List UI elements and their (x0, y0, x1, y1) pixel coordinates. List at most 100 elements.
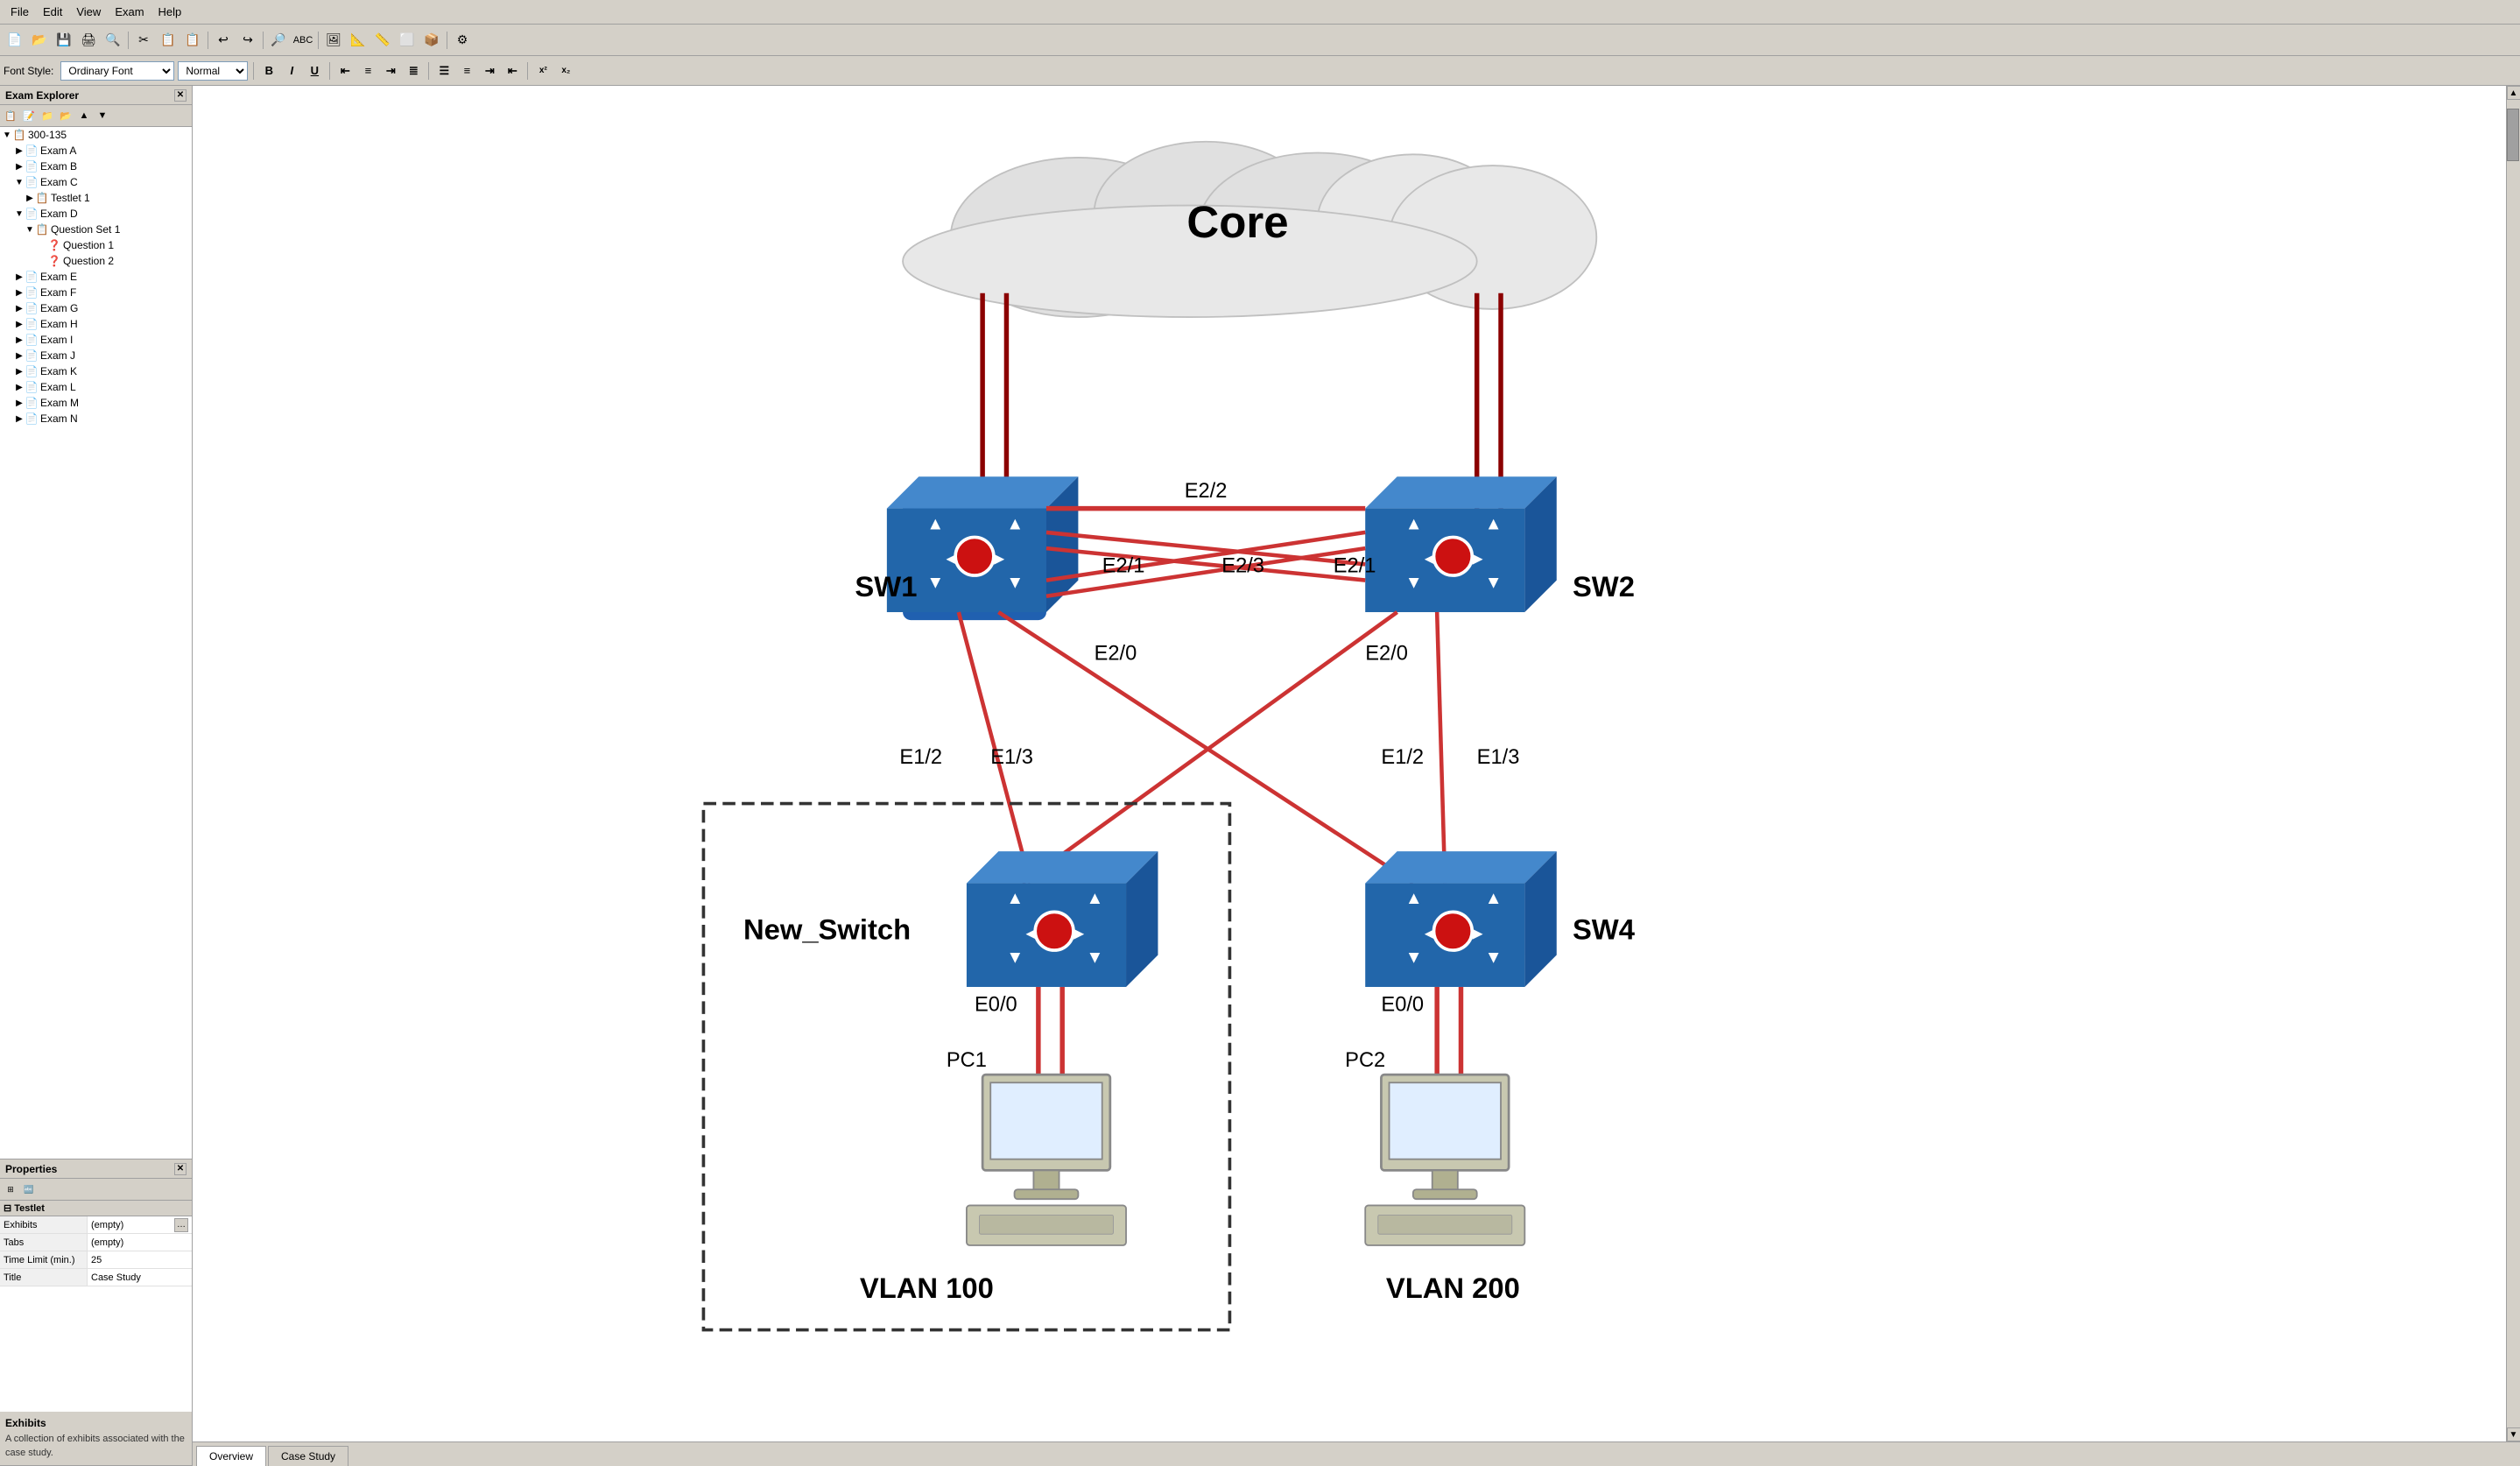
tree-exam-c[interactable]: ▼ 📄 Exam C (0, 174, 192, 190)
align-center-btn[interactable]: ≡ (358, 61, 377, 81)
tab-overview[interactable]: Overview (196, 1446, 266, 1466)
exp-btn-1[interactable]: 📋 (2, 107, 19, 124)
tree-exam-i[interactable]: ▶ 📄 Exam I (0, 332, 192, 348)
tree-testlet-1[interactable]: ▶ 📋 Testlet 1 (0, 190, 192, 206)
exp-btn-4[interactable]: 📂 (57, 107, 74, 124)
tree-exam-a[interactable]: ▶ 📄 Exam A (0, 143, 192, 159)
cut-btn[interactable]: ✂ (132, 30, 155, 51)
menu-exam[interactable]: Exam (108, 4, 151, 20)
exp-btn-up[interactable]: ▲ (75, 107, 93, 124)
tree-exam-b[interactable]: ▶ 📄 Exam B (0, 159, 192, 174)
tree-exam-h[interactable]: ▶ 📄 Exam H (0, 316, 192, 332)
exam-e-toggle[interactable]: ▶ (14, 271, 25, 282)
tree-root[interactable]: ▼ 📋 300-135 (0, 127, 192, 143)
line-btn[interactable]: 📏 (371, 30, 394, 51)
menu-file[interactable]: File (4, 4, 36, 20)
indent-btn[interactable]: ⇥ (480, 61, 499, 81)
root-toggle[interactable]: ▼ (2, 130, 12, 140)
exp-btn-2[interactable]: 📝 (20, 107, 38, 124)
subscript-btn[interactable]: x₂ (556, 61, 575, 81)
qs1-label: Question Set 1 (51, 223, 120, 236)
outdent-btn[interactable]: ⇤ (503, 61, 522, 81)
open-btn[interactable]: 📂 (28, 30, 51, 51)
menu-edit[interactable]: Edit (36, 4, 69, 20)
tree-qs1[interactable]: ▼ 📋 Question Set 1 (0, 222, 192, 237)
exam-f-toggle[interactable]: ▶ (14, 287, 25, 298)
tree-exam-j[interactable]: ▶ 📄 Exam J (0, 348, 192, 363)
exam-c-toggle[interactable]: ▼ (14, 177, 25, 187)
box-btn[interactable]: ⬜ (396, 30, 419, 51)
italic-btn[interactable]: I (282, 61, 301, 81)
exam-k-toggle[interactable]: ▶ (14, 366, 25, 377)
exam-m-toggle[interactable]: ▶ (14, 398, 25, 408)
exp-btn-down[interactable]: ▼ (94, 107, 111, 124)
obj-btn[interactable]: 📦 (420, 30, 443, 51)
exam-a-icon: 📄 (25, 144, 39, 157)
tree-exam-n[interactable]: ▶ 📄 Exam N (0, 411, 192, 426)
exam-n-toggle[interactable]: ▶ (14, 413, 25, 424)
exp-btn-3[interactable]: 📁 (39, 107, 56, 124)
paste-btn[interactable]: 📋 (181, 30, 204, 51)
tree-container[interactable]: ▼ 📋 300-135 ▶ 📄 Exam A ▶ 📄 Exam B (0, 127, 192, 1159)
new-btn[interactable]: 📄 (4, 30, 26, 51)
scroll-down-btn[interactable]: ▼ (2507, 1427, 2520, 1441)
exam-l-toggle[interactable]: ▶ (14, 382, 25, 392)
tree-exam-d[interactable]: ▼ 📄 Exam D (0, 206, 192, 222)
scroll-track[interactable] (2507, 100, 2520, 1427)
exam-h-toggle[interactable]: ▶ (14, 319, 25, 329)
bullet-btn[interactable]: ≡ (457, 61, 476, 81)
qs1-toggle[interactable]: ▼ (25, 224, 35, 235)
testlet-1-toggle[interactable]: ▶ (25, 193, 35, 203)
sw4-label: SW4 (1573, 913, 1636, 945)
prop-exhibits-btn[interactable]: … (174, 1218, 188, 1232)
tree-exam-g[interactable]: ▶ 📄 Exam G (0, 300, 192, 316)
properties-close-btn[interactable]: ✕ (174, 1163, 187, 1175)
exam-j-toggle[interactable]: ▶ (14, 350, 25, 361)
font-style-select[interactable]: Ordinary Font (60, 61, 174, 81)
list-btn[interactable]: ☰ (434, 61, 454, 81)
tab-case-study[interactable]: Case Study (268, 1446, 348, 1466)
exam-i-toggle[interactable]: ▶ (14, 335, 25, 345)
redo-btn[interactable]: ↪ (236, 30, 259, 51)
explorer-close-btn[interactable]: ✕ (174, 89, 187, 102)
shape-btn[interactable]: 📐 (347, 30, 370, 51)
undo-btn[interactable]: ↩ (212, 30, 235, 51)
find-btn[interactable]: 🔎 (267, 30, 290, 51)
tree-exam-f[interactable]: ▶ 📄 Exam F (0, 285, 192, 300)
scroll-up-btn[interactable]: ▲ (2507, 86, 2520, 100)
tree-q2[interactable]: ▶ ❓ Question 2 (0, 253, 192, 269)
copy-btn[interactable]: 📋 (157, 30, 179, 51)
menu-view[interactable]: View (69, 4, 108, 20)
align-right-btn[interactable]: ⇥ (381, 61, 400, 81)
align-left-btn[interactable]: ⇤ (335, 61, 355, 81)
tree-exam-k[interactable]: ▶ 📄 Exam K (0, 363, 192, 379)
prop-btn-2[interactable]: 🔤 (20, 1181, 38, 1198)
abc-btn[interactable]: ABC (292, 30, 314, 51)
tree-exam-m[interactable]: ▶ 📄 Exam M (0, 395, 192, 411)
tree-exam-e[interactable]: ▶ 📄 Exam E (0, 269, 192, 285)
underline-btn[interactable]: U (305, 61, 324, 81)
scroll-thumb[interactable] (2507, 109, 2519, 161)
prop-btn-1[interactable]: ⊞ (2, 1181, 19, 1198)
menu-help[interactable]: Help (151, 4, 189, 20)
exam-a-toggle[interactable]: ▶ (14, 145, 25, 156)
svg-text:►: ► (1469, 549, 1487, 568)
extra-btn[interactable]: ⚙ (451, 30, 474, 51)
exam-g-toggle[interactable]: ▶ (14, 303, 25, 314)
bold-btn[interactable]: B (259, 61, 278, 81)
diagram-with-scroll: Core ⇄ (193, 86, 2520, 1441)
image-btn[interactable]: 🖼 (322, 30, 345, 51)
q2-label: Question 2 (63, 255, 114, 267)
align-justify-btn[interactable]: ≣ (404, 61, 423, 81)
exam-d-toggle[interactable]: ▼ (14, 208, 25, 219)
superscript-btn[interactable]: x² (533, 61, 553, 81)
sw2-label: SW2 (1573, 570, 1635, 603)
size-select[interactable]: Normal (178, 61, 248, 81)
exam-b-toggle[interactable]: ▶ (14, 161, 25, 172)
preview-btn[interactable]: 🔍 (102, 30, 124, 51)
print-btn[interactable]: 🖨 (77, 30, 100, 51)
tree-q1[interactable]: ▶ ❓ Question 1 (0, 237, 192, 253)
save-btn[interactable]: 💾 (53, 30, 75, 51)
diagram-canvas[interactable]: Core ⇄ (193, 86, 2506, 1441)
tree-exam-l[interactable]: ▶ 📄 Exam L (0, 379, 192, 395)
